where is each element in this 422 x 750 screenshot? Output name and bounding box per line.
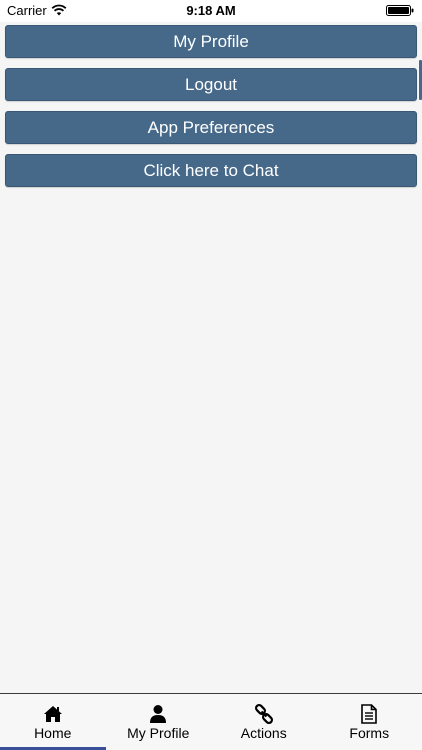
tab-my-profile[interactable]: My Profile bbox=[106, 694, 212, 750]
user-icon bbox=[150, 705, 167, 723]
tab-forms[interactable]: Forms bbox=[317, 694, 422, 750]
tab-home-label: Home bbox=[34, 725, 72, 741]
app-screen: Carrier 9:18 AM My Profile Logout App Pr… bbox=[0, 0, 422, 750]
link-icon bbox=[254, 704, 273, 724]
tab-actions[interactable]: Actions bbox=[211, 694, 317, 750]
chat-button[interactable]: Click here to Chat bbox=[5, 154, 417, 187]
my-profile-button[interactable]: My Profile bbox=[5, 25, 417, 58]
document-icon bbox=[361, 704, 378, 724]
battery-icon bbox=[386, 5, 414, 16]
home-icon bbox=[43, 706, 62, 722]
tab-my-profile-label: My Profile bbox=[127, 725, 190, 741]
tab-bar: Home My Profile Actions Forms bbox=[0, 693, 422, 750]
clock: 9:18 AM bbox=[186, 3, 236, 18]
tab-forms-label: Forms bbox=[349, 725, 390, 741]
app-preferences-button[interactable]: App Preferences bbox=[5, 111, 417, 144]
status-bar: Carrier 9:18 AM bbox=[0, 0, 422, 22]
tab-actions-label: Actions bbox=[240, 725, 287, 741]
logout-button[interactable]: Logout bbox=[5, 68, 417, 101]
tab-home[interactable]: Home bbox=[0, 694, 106, 750]
menu-list: My Profile Logout App Preferences Click … bbox=[5, 25, 417, 197]
